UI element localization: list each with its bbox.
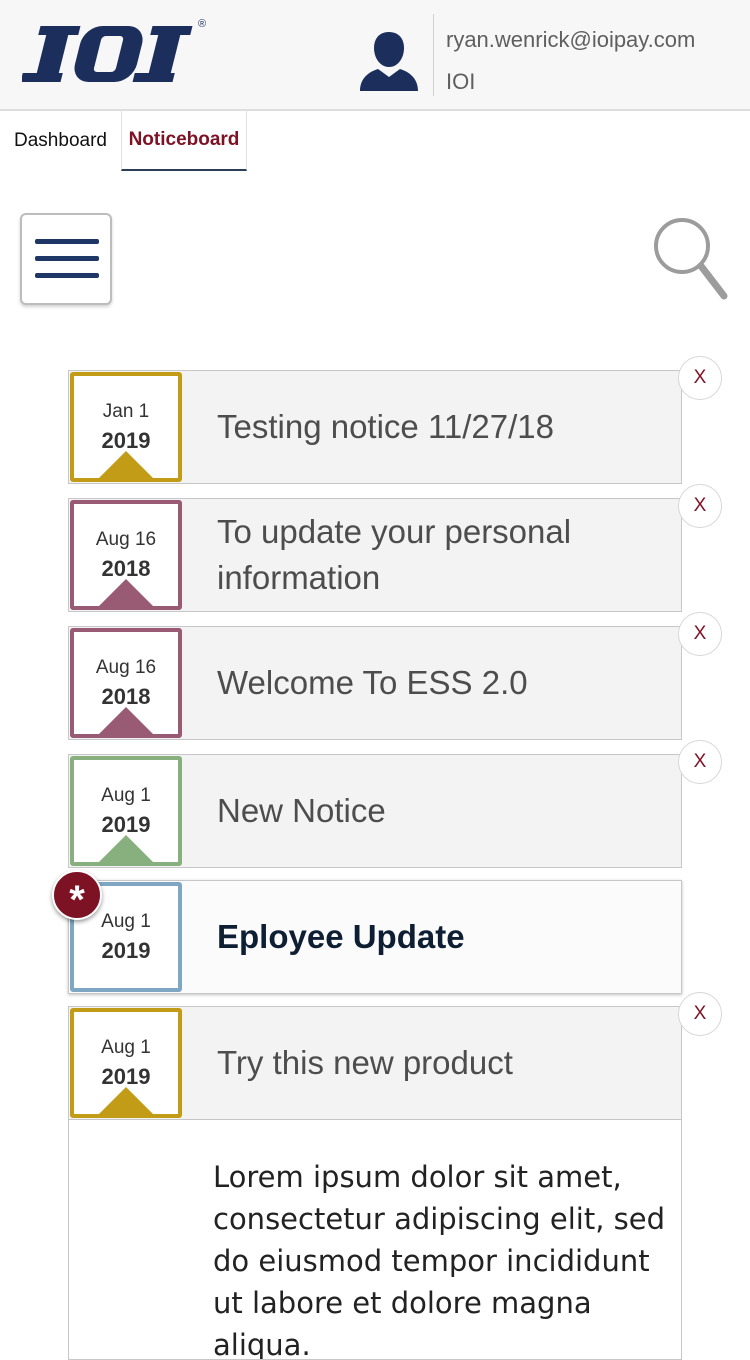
- notice-card[interactable]: Aug 16 2018 Welcome To ESS 2.0: [68, 626, 682, 740]
- app-header: ® ryan.wenrick@ioipay.com IOI: [0, 0, 750, 111]
- date-year: 2019: [101, 938, 151, 963]
- notice-card[interactable]: Aug 1 2019 New Notice: [68, 754, 682, 868]
- flag-icon: [98, 1087, 154, 1115]
- notice-title: Eployee Update: [217, 918, 465, 955]
- flag-icon: [98, 707, 154, 735]
- notice-body-text: Lorem ipsum dolor sit amet, consectetur …: [213, 1160, 666, 1360]
- user-email: ryan.wenrick@ioipay.com: [446, 27, 696, 52]
- ioi-logo[interactable]: [20, 20, 197, 93]
- registered-mark: ®: [198, 18, 207, 30]
- notice-title: Try this new product: [217, 1044, 513, 1081]
- flag-icon: [98, 835, 154, 863]
- notice-title: Testing notice 11/27/18: [217, 408, 554, 445]
- dismiss-notice-button[interactable]: X: [678, 356, 722, 400]
- unread-asterisk-badge: *: [52, 870, 102, 922]
- date-month-day: Aug 16: [95, 657, 157, 678]
- notice-body-panel: Lorem ipsum dolor sit amet, consectetur …: [68, 1120, 682, 1360]
- notice-title: To update your personal information: [217, 513, 572, 596]
- user-company: IOI: [446, 69, 476, 94]
- notice-title: Welcome To ESS 2.0: [217, 664, 528, 701]
- date-month-day: Aug 1: [101, 785, 151, 806]
- flag-icon: [98, 579, 154, 607]
- dismiss-notice-button[interactable]: X: [678, 992, 722, 1036]
- hamburger-menu-icon-line: [35, 256, 99, 261]
- notice-card-unread[interactable]: Aug 1 2019 Eployee Update: [68, 880, 682, 994]
- notice-card[interactable]: Aug 16 2018 To update your personal info…: [68, 498, 682, 612]
- notice-card[interactable]: Aug 1 2019 Try this new product: [68, 1006, 682, 1120]
- date-badge: Aug 16 2018: [70, 628, 182, 738]
- hamburger-menu-icon-line: [35, 273, 99, 278]
- magnifier-icon: [654, 218, 728, 300]
- header-divider: [433, 14, 434, 96]
- date-badge: Aug 16 2018: [70, 500, 182, 610]
- tab-bar: Dashboard Noticeboard: [0, 111, 750, 173]
- user-avatar-icon[interactable]: [358, 30, 420, 97]
- hamburger-menu-icon: [35, 239, 99, 244]
- date-badge: Aug 1 2019: [70, 756, 182, 866]
- flag-icon: [98, 451, 154, 479]
- date-month-day: Aug 16: [95, 529, 157, 550]
- tab-dashboard[interactable]: Dashboard: [0, 111, 121, 171]
- menu-button[interactable]: [20, 213, 112, 305]
- dismiss-notice-button[interactable]: X: [678, 484, 722, 528]
- date-month-day: Aug 1: [101, 1037, 151, 1058]
- dismiss-notice-button[interactable]: X: [678, 612, 722, 656]
- tab-noticeboard[interactable]: Noticeboard: [121, 111, 247, 171]
- notice-title: New Notice: [217, 792, 386, 829]
- date-badge: Jan 1 2019: [70, 372, 182, 482]
- notice-card[interactable]: Jan 1 2019 Testing notice 11/27/18: [68, 370, 682, 484]
- dismiss-notice-button[interactable]: X: [678, 740, 722, 784]
- search-button[interactable]: [652, 214, 730, 302]
- date-badge: Aug 1 2019: [70, 1008, 182, 1118]
- date-month-day: Jan 1: [102, 401, 150, 422]
